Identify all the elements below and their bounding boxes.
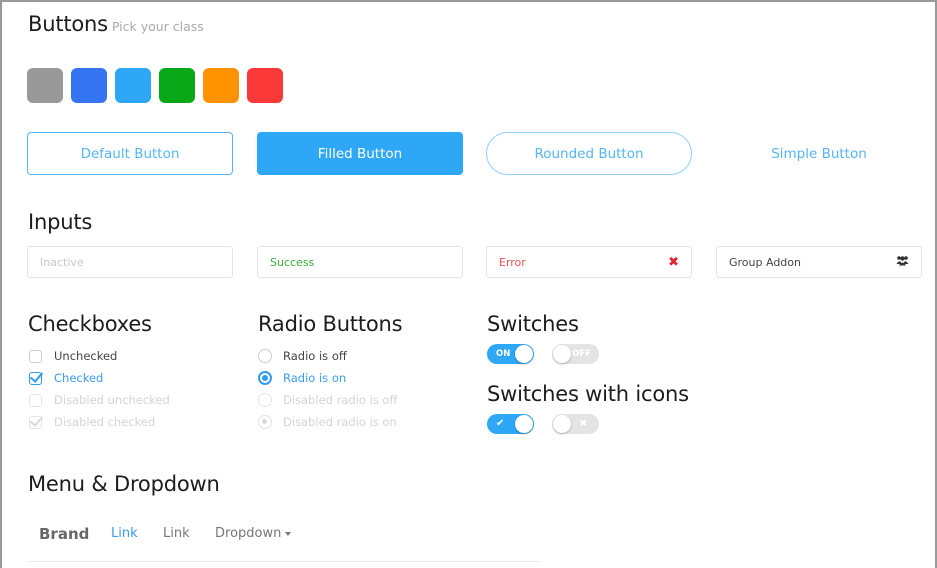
radio-label: Radio is off xyxy=(283,349,347,363)
radio-disabled-on: Disabled radio is on xyxy=(258,411,397,433)
rounded-button[interactable]: Rounded Button xyxy=(486,132,692,175)
radio-circle-disabled xyxy=(258,393,272,407)
radio-title: Radio Buttons xyxy=(258,312,403,336)
checkbox-label: Disabled checked xyxy=(54,415,156,429)
group-addon-value: Group Addon xyxy=(729,255,801,269)
switch-off[interactable]: OFF xyxy=(552,344,599,364)
checkbox-box-disabled xyxy=(29,393,42,407)
checkbox-label: Unchecked xyxy=(54,349,118,363)
navbar: Brand Link Link Dropdown xyxy=(27,516,540,562)
nav-link[interactable]: Link xyxy=(163,526,190,541)
error-value: Error xyxy=(499,255,526,269)
buttons-heading: Buttons Pick your class xyxy=(28,12,204,36)
inputs-title: Inputs xyxy=(28,210,93,234)
menu-title: Menu & Dropdown xyxy=(28,472,220,496)
buttons-subtitle: Pick your class xyxy=(111,19,204,34)
radio-label: Disabled radio is on xyxy=(283,415,397,429)
switches-title: Switches xyxy=(487,312,579,336)
navbar-brand[interactable]: Brand xyxy=(39,525,89,543)
error-x-icon: ✖ xyxy=(668,254,679,270)
checkbox-list: Unchecked Checked Disabled unchecked Dis… xyxy=(29,345,170,433)
check-icon: ✔ xyxy=(496,418,505,429)
switch-knob xyxy=(553,345,571,363)
nav-link-active[interactable]: Link xyxy=(111,526,138,541)
users-icon xyxy=(896,255,909,269)
checkboxes-title: Checkboxes xyxy=(28,312,152,336)
checkbox-unchecked[interactable]: Unchecked xyxy=(29,345,170,367)
dropdown-label: Dropdown xyxy=(215,526,282,541)
radio-circle[interactable] xyxy=(258,349,272,363)
icon-switch-off[interactable]: ✖ xyxy=(552,414,599,434)
filled-button[interactable]: Filled Button xyxy=(257,132,463,175)
success-value: Success xyxy=(270,255,315,269)
radio-label: Radio is on xyxy=(283,371,347,385)
radio-off[interactable]: Radio is off xyxy=(258,345,397,367)
swatch-gray[interactable] xyxy=(27,68,63,103)
checkbox-box-disabled-checked xyxy=(29,415,42,429)
checkbox-box[interactable] xyxy=(29,349,42,363)
checkbox-disabled-unchecked: Disabled unchecked xyxy=(29,389,170,411)
success-input[interactable]: Success xyxy=(257,246,463,278)
nav-dropdown[interactable]: Dropdown xyxy=(215,526,292,541)
inactive-placeholder: Inactive xyxy=(40,255,84,269)
radio-circle-selected[interactable] xyxy=(258,371,272,385)
checkbox-label: Disabled unchecked xyxy=(54,393,170,407)
buttons-title: Buttons xyxy=(28,12,108,36)
caret-down-icon xyxy=(285,531,292,536)
icon-switches-title: Switches with icons xyxy=(487,382,689,406)
radio-list: Radio is off Radio is on Disabled radio … xyxy=(258,345,397,433)
radio-disabled-off: Disabled radio is off xyxy=(258,389,397,411)
checkbox-disabled-checked: Disabled checked xyxy=(29,411,170,433)
switch-on-label: ON xyxy=(496,349,511,359)
swatch-red[interactable] xyxy=(247,68,283,103)
switch-off-label: OFF xyxy=(572,349,591,359)
radio-on[interactable]: Radio is on xyxy=(258,367,397,389)
switch-knob xyxy=(553,415,571,433)
radio-label: Disabled radio is off xyxy=(283,393,398,407)
swatch-light-blue[interactable] xyxy=(115,68,151,103)
switch-knob xyxy=(515,415,533,433)
inactive-input[interactable]: Inactive xyxy=(27,246,233,278)
radio-circle-disabled-selected xyxy=(258,415,272,429)
x-icon: ✖ xyxy=(579,419,587,429)
checkbox-checked[interactable]: Checked xyxy=(29,367,170,389)
swatch-green[interactable] xyxy=(159,68,195,103)
error-input[interactable]: Error ✖ xyxy=(486,246,692,278)
checkbox-label: Checked xyxy=(54,371,104,385)
default-button[interactable]: Default Button xyxy=(27,132,233,175)
switch-knob xyxy=(515,345,533,363)
group-addon-input[interactable]: Group Addon xyxy=(716,246,922,278)
switch-on[interactable]: ON xyxy=(487,344,534,364)
checkbox-box-checked[interactable] xyxy=(29,371,42,385)
swatch-orange[interactable] xyxy=(203,68,239,103)
icon-switch-on[interactable]: ✔ xyxy=(487,414,534,434)
color-swatches xyxy=(27,68,283,103)
simple-button[interactable]: Simple Button xyxy=(716,132,922,175)
swatch-blue[interactable] xyxy=(71,68,107,103)
